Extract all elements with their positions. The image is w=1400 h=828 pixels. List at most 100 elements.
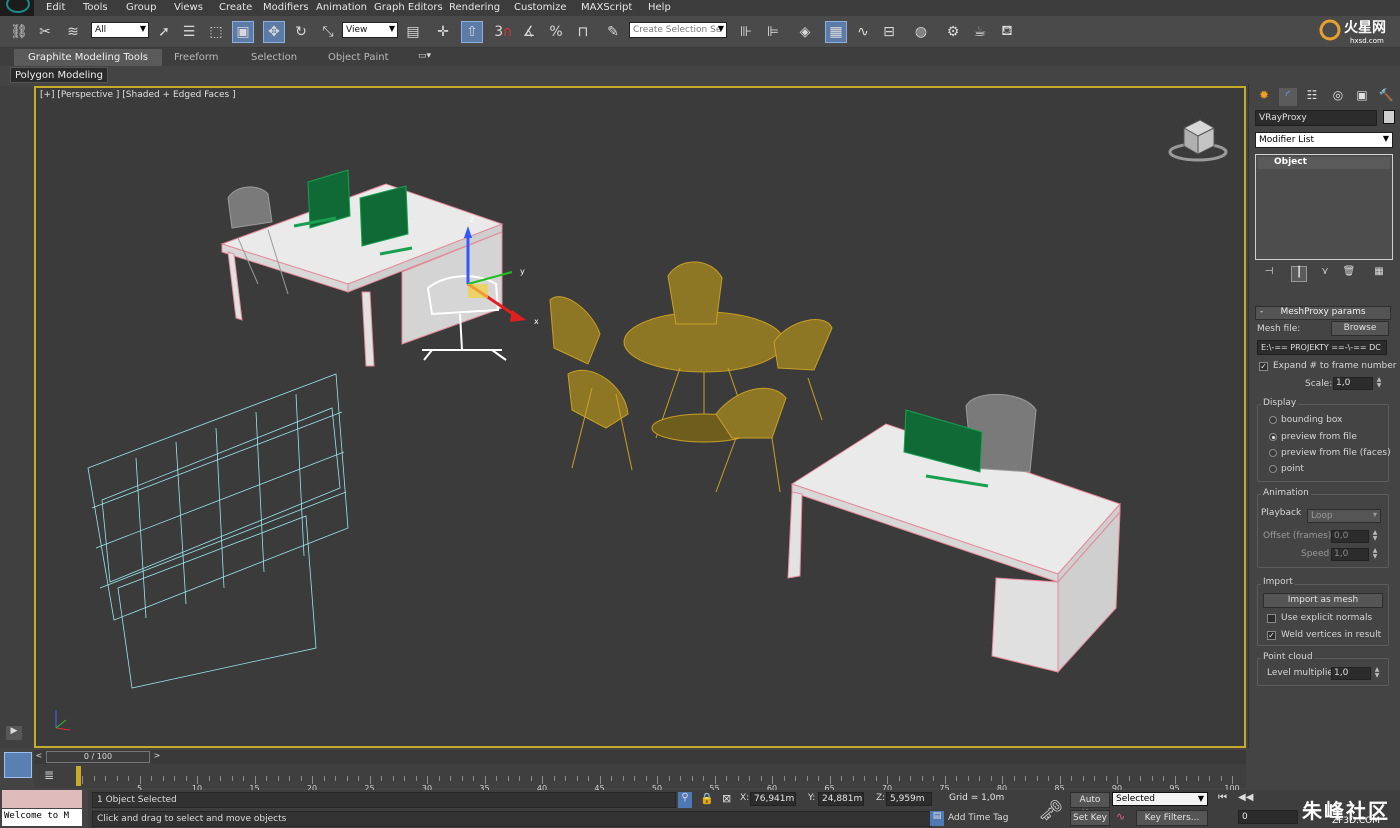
tab-object-paint[interactable]: Object Paint — [314, 49, 403, 66]
app-logo[interactable] — [0, 0, 34, 16]
layer-manager-icon[interactable]: ◈ — [794, 21, 816, 43]
select-move-icon[interactable]: ✥ — [263, 21, 285, 43]
mesh-file-path-field[interactable]: E:\-== PROJEKTY ==-\-== DC — [1257, 340, 1387, 355]
goto-start-icon[interactable]: ⏮ — [1218, 792, 1227, 803]
tab-selection[interactable]: Selection — [237, 49, 311, 66]
radio-bounding-box[interactable] — [1269, 416, 1277, 424]
offset-spinner-arrows[interactable]: ▲ ▼ — [1371, 530, 1379, 543]
angle-snap-icon[interactable]: ∡ — [518, 21, 540, 43]
named-selection-set-field[interactable]: Create Selection Se ▼ — [629, 22, 727, 38]
modifier-list-select[interactable]: Modifier List ▼ — [1255, 132, 1393, 148]
x-coord-field[interactable]: 76,941m — [750, 792, 796, 806]
y-coord-field[interactable]: 24,881m — [818, 792, 864, 806]
selection-filter-select[interactable]: All ▼ — [91, 22, 149, 38]
current-frame-marker[interactable] — [76, 766, 81, 786]
radio-preview-faces[interactable] — [1269, 449, 1277, 457]
maxscript-listener-output[interactable]: Welcome to M — [2, 809, 82, 826]
configure-modifier-sets-icon[interactable]: ▦ — [1371, 266, 1387, 282]
modify-tab-icon[interactable]: ◜ — [1279, 88, 1297, 106]
offset-spinner[interactable]: 0,0 — [1331, 530, 1369, 543]
time-slider[interactable]: < 0 / 100 > — [34, 750, 1246, 764]
absolute-mode-icon[interactable]: ⊠ — [722, 792, 731, 805]
remove-modifier-icon[interactable]: 🗑 — [1341, 266, 1357, 282]
scale-spinner-arrows[interactable]: ▲ ▼ — [1375, 377, 1383, 390]
mini-curve-toggle[interactable] — [4, 752, 32, 778]
key-filters-button[interactable]: Key Filters... — [1136, 810, 1208, 826]
tangent-icon[interactable]: ∿ — [1116, 810, 1125, 823]
menu-edit[interactable]: Edit — [46, 2, 65, 13]
auto-key-button[interactable]: Auto Key — [1070, 792, 1110, 819]
wireframe-shelf-cyan[interactable] — [87, 373, 349, 689]
render-production-icon[interactable]: ⛾ — [996, 21, 1018, 43]
menu-create[interactable]: Create — [219, 2, 252, 13]
prev-frame-icon[interactable]: ◀◀ — [1238, 792, 1253, 803]
ribbon-options-icon[interactable]: ▭▾ — [418, 51, 431, 61]
schematic-view-icon[interactable]: ⊟ — [878, 21, 900, 43]
show-end-result-icon[interactable]: ┃ — [1291, 266, 1307, 282]
align-icon[interactable]: ⊫ — [762, 21, 784, 43]
set-key-button[interactable]: Set Key — [1070, 810, 1110, 826]
object-name-field[interactable]: VRayProxy — [1255, 110, 1377, 126]
track-bar-filter-icon[interactable]: ≣ — [44, 768, 54, 782]
expand-frame-checkbox[interactable]: ✓ — [1259, 362, 1268, 371]
snaps-toggle-icon[interactable]: 3ก — [492, 21, 514, 43]
selection-lock-icon[interactable]: 🔒 — [700, 792, 714, 805]
unlink-icon[interactable]: ✂ — [34, 21, 56, 43]
level-multiplier-arrows[interactable]: ▲ ▼ — [1373, 667, 1381, 680]
edit-named-selection-icon[interactable]: ✎ — [602, 21, 624, 43]
menu-animation[interactable]: Animation — [316, 2, 367, 13]
graphite-toggle-icon[interactable]: ▦ — [825, 21, 847, 43]
explicit-normals-checkbox[interactable] — [1267, 614, 1276, 623]
link-icon[interactable]: ⛓ — [8, 21, 30, 43]
display-tab-icon[interactable]: ▣ — [1353, 88, 1371, 106]
spinner-snap-icon[interactable]: ⊓ — [572, 21, 594, 43]
import-as-mesh-button[interactable]: Import as mesh — [1263, 593, 1383, 608]
menu-modifiers[interactable]: Modifiers — [263, 2, 309, 13]
browse-button[interactable]: Browse — [1331, 321, 1389, 336]
menu-group[interactable]: Group — [126, 2, 156, 13]
keyboard-shortcut-override-icon[interactable]: ⇧ — [461, 21, 483, 43]
hierarchy-tab-icon[interactable]: ☷ — [1303, 88, 1321, 106]
expand-ribbon-button[interactable]: ▶ — [6, 726, 22, 740]
perspective-viewport[interactable]: [+] [Perspective ] [Shaded + Edged Faces… — [34, 86, 1246, 748]
menu-tools[interactable]: Tools — [83, 2, 108, 13]
maxscript-listener-input[interactable] — [2, 790, 82, 808]
menu-help[interactable]: Help — [648, 2, 671, 13]
reference-coord-select[interactable]: View ▼ — [342, 22, 398, 38]
pin-stack-icon[interactable]: ⊣ — [1261, 266, 1277, 282]
weld-vertices-checkbox[interactable]: ✓ — [1267, 631, 1276, 640]
current-frame-field[interactable]: 0 — [1238, 810, 1298, 824]
time-prev-icon[interactable]: < — [34, 751, 44, 763]
bind-space-warp-icon[interactable]: ≋ — [62, 21, 84, 43]
radio-preview-from-file[interactable] — [1269, 433, 1277, 441]
time-tag-icon[interactable]: ▤ — [930, 811, 944, 826]
speed-spinner-arrows[interactable]: ▲ ▼ — [1371, 548, 1379, 561]
stack-item-object[interactable]: Object — [1258, 157, 1390, 169]
menu-graph-editors[interactable]: Graph Editors — [374, 2, 443, 13]
select-rotate-icon[interactable]: ↻ — [290, 21, 312, 43]
menu-views[interactable]: Views — [174, 2, 203, 13]
set-key-icon[interactable]: 🗝 — [1038, 798, 1063, 822]
select-by-name-icon[interactable]: ☰ — [178, 21, 200, 43]
curve-editor-icon[interactable]: ∿ — [852, 21, 874, 43]
mirror-icon[interactable]: ⊪ — [735, 21, 757, 43]
render-setup-icon[interactable]: ⚙ — [942, 21, 964, 43]
pivot-center-icon[interactable]: ▤ — [402, 21, 424, 43]
key-selection-select[interactable]: Selected ▼ — [1112, 792, 1208, 806]
material-editor-icon[interactable]: ◍ — [910, 21, 932, 43]
tab-polygon-modeling[interactable]: Polygon Modeling — [10, 67, 108, 83]
add-time-tag[interactable]: Add Time Tag — [948, 813, 1008, 823]
z-coord-field[interactable]: 5,959m — [886, 792, 932, 806]
manipulate-icon[interactable]: ✛ — [432, 21, 454, 43]
select-scale-icon[interactable]: ⤡ — [317, 21, 339, 43]
select-object-icon[interactable]: ➚ — [153, 21, 175, 43]
rect-selection-icon[interactable]: ⬚ — [205, 21, 227, 43]
utilities-tab-icon[interactable]: 🔨 — [1377, 88, 1395, 106]
object-color-swatch[interactable] — [1383, 110, 1395, 124]
scale-spinner[interactable]: 1,0 — [1333, 377, 1373, 390]
menu-rendering[interactable]: Rendering — [449, 2, 500, 13]
tab-freeform[interactable]: Freeform — [160, 49, 233, 66]
tab-graphite-modeling[interactable]: Graphite Modeling Tools — [14, 49, 163, 66]
menu-maxscript[interactable]: MAXScript — [581, 2, 632, 13]
percent-snap-icon[interactable]: % — [545, 21, 567, 43]
